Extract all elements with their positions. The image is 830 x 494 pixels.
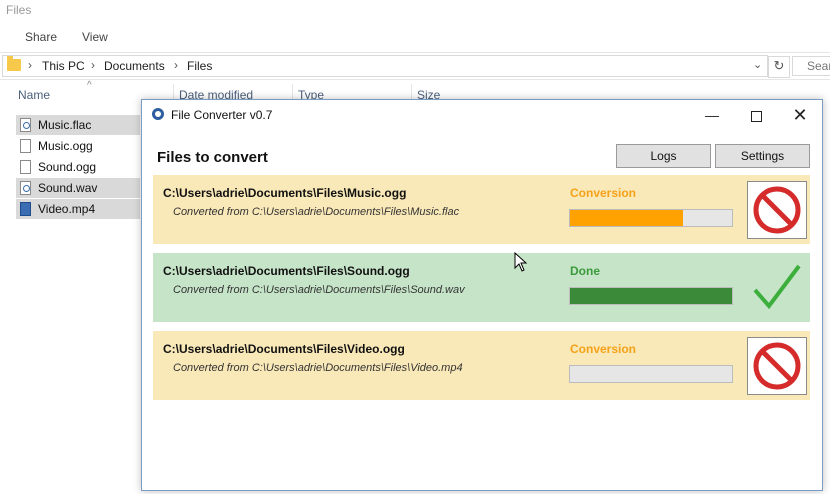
file-row[interactable]: Sound.ogg xyxy=(16,157,140,177)
chevron-right-icon: › xyxy=(174,58,178,72)
file-row[interactable]: Sound.wav xyxy=(16,178,140,198)
chevron-right-icon: › xyxy=(28,58,32,72)
progress-bar xyxy=(569,287,733,305)
file-name: Sound.ogg xyxy=(38,160,97,174)
app-logo-icon xyxy=(152,108,164,120)
file-name: Video.mp4 xyxy=(38,202,96,216)
cancel-icon xyxy=(753,186,801,234)
breadcrumb-documents[interactable]: Documents xyxy=(104,59,165,73)
source-path: Converted from C:\Users\adrie\Documents\… xyxy=(173,284,465,296)
output-path: C:\Users\adrie\Documents\Files\Sound.ogg xyxy=(163,264,410,278)
settings-button[interactable]: Settings xyxy=(715,144,810,168)
chevron-down-icon[interactable]: ⌄ xyxy=(753,58,762,71)
cancel-icon xyxy=(753,342,801,390)
file-name: Music.flac xyxy=(38,118,92,132)
output-path: C:\Users\adrie\Documents\Files\Music.ogg xyxy=(163,186,407,200)
video-file-icon xyxy=(20,202,31,216)
window-title: File Converter v0.7 xyxy=(171,108,273,122)
source-path: Converted from C:\Users\adrie\Documents\… xyxy=(173,362,463,374)
status-label: Done xyxy=(570,264,600,278)
refresh-icon[interactable]: ↻ xyxy=(768,56,790,78)
status-label: Conversion xyxy=(570,342,637,356)
column-header-name[interactable]: Name xyxy=(18,88,50,102)
sort-ascending-icon: ^ xyxy=(87,80,92,91)
minimize-button[interactable]: — xyxy=(690,100,734,130)
search-input[interactable]: Sear xyxy=(792,56,830,76)
breadcrumb-files[interactable]: Files xyxy=(187,59,212,73)
maximize-icon xyxy=(750,110,762,122)
file-row[interactable]: Video.mp4 xyxy=(16,199,140,219)
explorer-ribbon: Share View xyxy=(0,26,830,48)
audio-file-icon xyxy=(20,181,31,195)
page-title: Files to convert xyxy=(157,149,268,166)
conversion-job: C:\Users\adrie\Documents\Files\Video.ogg… xyxy=(153,331,810,400)
source-path: Converted from C:\Users\adrie\Documents\… xyxy=(173,206,460,218)
close-button[interactable]: ✕ xyxy=(778,100,822,130)
conversion-job: C:\Users\adrie\Documents\Files\Sound.ogg… xyxy=(153,253,810,322)
conversion-job: C:\Users\adrie\Documents\Files\Music.ogg… xyxy=(153,175,810,244)
progress-bar xyxy=(569,209,733,227)
file-converter-window: File Converter v0.7 — ✕ Files to convert… xyxy=(141,99,823,491)
cancel-button[interactable] xyxy=(747,337,807,395)
ribbon-tab-share[interactable]: Share xyxy=(25,30,57,44)
address-box[interactable]: › This PC › Documents › Files ⌄ xyxy=(2,55,768,77)
maximize-button[interactable] xyxy=(734,100,778,130)
file-row[interactable]: Music.flac xyxy=(16,115,140,135)
logs-button[interactable]: Logs xyxy=(616,144,711,168)
file-name: Sound.wav xyxy=(38,181,98,195)
audio-file-icon xyxy=(20,118,31,132)
mouse-cursor-icon xyxy=(514,252,528,272)
ribbon-tab-view[interactable]: View xyxy=(82,30,108,44)
address-bar: › This PC › Documents › Files ⌄ ↻ Sear xyxy=(0,52,830,80)
progress-bar xyxy=(569,365,733,383)
file-icon xyxy=(20,160,31,174)
checkmark-icon xyxy=(753,264,801,310)
file-row[interactable]: Music.ogg xyxy=(16,136,140,156)
progress-fill xyxy=(570,210,684,226)
chevron-right-icon: › xyxy=(91,58,95,72)
file-icon xyxy=(20,139,31,153)
folder-icon xyxy=(7,56,21,71)
output-path: C:\Users\adrie\Documents\Files\Video.ogg xyxy=(163,342,405,356)
explorer-title: Files xyxy=(6,3,32,17)
title-bar[interactable]: File Converter v0.7 — ✕ xyxy=(142,100,822,130)
progress-fill xyxy=(570,288,732,304)
breadcrumb-this-pc[interactable]: This PC xyxy=(42,59,85,73)
cancel-button[interactable] xyxy=(747,181,807,239)
file-name: Music.ogg xyxy=(38,139,93,153)
status-label: Conversion xyxy=(570,186,637,200)
